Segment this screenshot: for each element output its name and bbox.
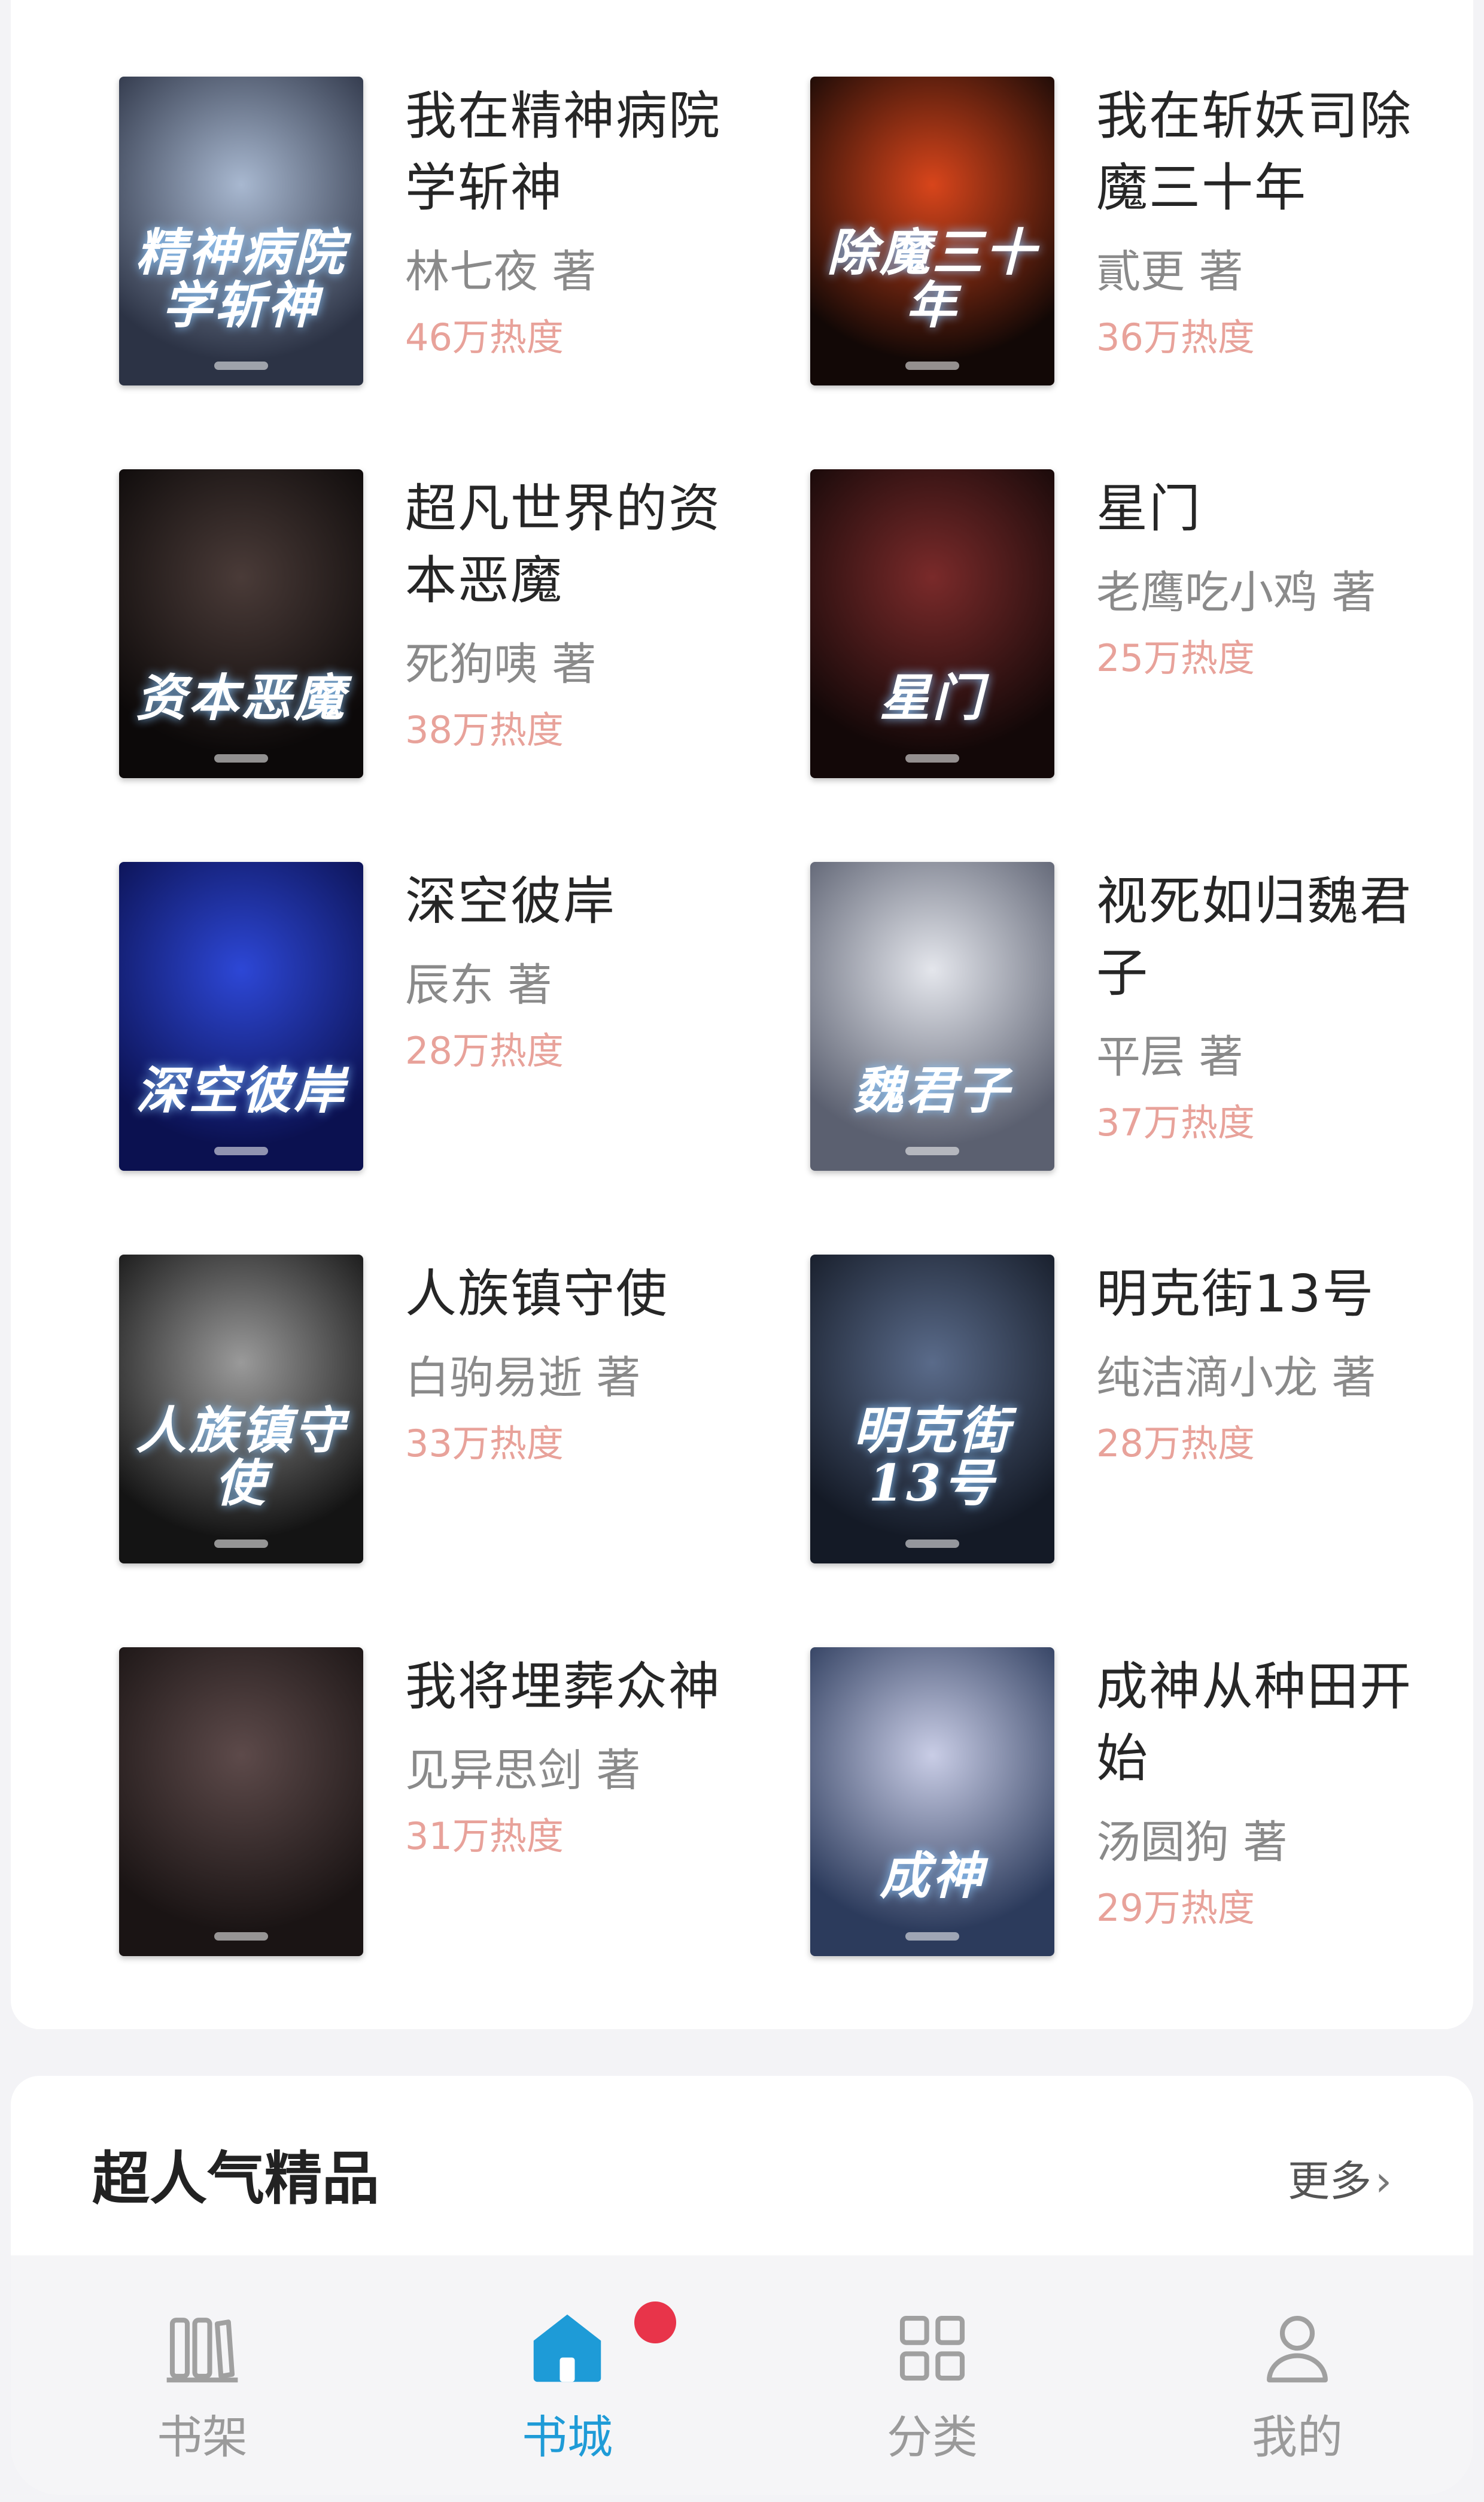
book-title[interactable]: 明克街13号 <box>1096 1258 1455 1330</box>
book-author: 老鹰吃小鸡 著 <box>1096 567 1376 618</box>
bottom-tab-bar: 书架 书城 分类 我的 <box>11 2255 1473 2495</box>
book-info: 明克街13号 纯洁滴小龙 著 28万热度 <box>1096 1255 1455 1468</box>
book-info: 人族镇守使 白驹易逝 著 33万热度 <box>405 1255 764 1468</box>
book-title[interactable]: 我将埋葬众神 <box>405 1651 764 1723</box>
publisher-logo <box>905 754 959 763</box>
cover-title: 人族镇守使 <box>135 1400 346 1513</box>
book-author: 平层 著 <box>1096 1031 1243 1083</box>
book-title[interactable]: 人族镇守使 <box>405 1258 764 1330</box>
book-item[interactable]: 成神 成神从种田开始 汤圆狗 著 29万热度 <box>810 1647 1436 1959</box>
book-cover[interactable] <box>119 1647 363 1956</box>
cover-title: 深空彼岸 <box>135 1060 346 1120</box>
tab-label: 书城 <box>522 2410 613 2464</box>
tab-mine[interactable]: 我的 <box>1172 2303 1423 2483</box>
cover-title: 资本恶魔 <box>135 667 346 727</box>
book-info: 我将埋葬众神 见异思剑 著 31万热度 <box>405 1647 764 1860</box>
book-author: 辰东 著 <box>405 959 552 1011</box>
book-title[interactable]: 成神从种田开始 <box>1096 1651 1455 1794</box>
book-heat: 31万热度 <box>405 1814 564 1858</box>
cover-title: 明克街13号 <box>853 1400 1011 1513</box>
book-heat: 46万热度 <box>405 315 564 359</box>
book-author: 貳更 著 <box>1096 246 1243 297</box>
book-item[interactable]: 资本恶魔 超凡世界的资本恶魔 死狗咦 著 38万热度 <box>119 469 810 781</box>
book-info: 深空彼岸 辰东 著 28万热度 <box>405 862 764 1075</box>
book-cover[interactable]: 魏君子 <box>810 862 1054 1171</box>
book-grid: 精神病院学斩神 我在精神病院学斩神 林七夜 著 46万热度 除魔三十年 我在斩妖… <box>119 77 1436 2040</box>
book-cover[interactable]: 深空彼岸 <box>119 862 363 1171</box>
book-author: 林七夜 著 <box>405 246 597 297</box>
book-heat: 29万热度 <box>1096 1886 1255 1930</box>
book-item[interactable]: 人族镇守使 人族镇守使 白驹易逝 著 33万热度 <box>119 1255 810 1566</box>
book-title[interactable]: 超凡世界的资本恶魔 <box>405 473 764 617</box>
publisher-logo <box>214 754 268 763</box>
tab-label: 分类 <box>887 2410 978 2464</box>
book-author: 白驹易逝 著 <box>405 1352 641 1404</box>
book-author: 纯洁滴小龙 著 <box>1096 1352 1376 1404</box>
book-item[interactable]: 魏君子 视死如归魏君子 平层 著 37万热度 <box>810 862 1436 1173</box>
cover-title: 魏君子 <box>853 1060 1011 1120</box>
book-cover[interactable]: 明克街13号 <box>810 1255 1054 1563</box>
section-title: 超人气精品 <box>92 2145 379 2212</box>
book-heat: 37万热度 <box>1096 1101 1255 1144</box>
tab-label: 我的 <box>1252 2410 1343 2464</box>
book-author: 死狗咦 著 <box>405 639 597 690</box>
book-info: 星门 老鹰吃小鸡 著 25万热度 <box>1096 469 1455 682</box>
book-info: 成神从种田开始 汤圆狗 著 29万热度 <box>1096 1647 1455 1932</box>
notification-badge <box>634 2301 676 2343</box>
book-item[interactable]: 精神病院学斩神 我在精神病院学斩神 林七夜 著 46万热度 <box>119 77 810 388</box>
book-heat: 38万热度 <box>405 708 564 752</box>
book-item[interactable]: 除魔三十年 我在斩妖司除魔三十年 貳更 著 36万热度 <box>810 77 1436 388</box>
cover-title: 星门 <box>879 667 985 727</box>
book-cover[interactable]: 人族镇守使 <box>119 1255 363 1563</box>
book-heat: 25万热度 <box>1096 636 1255 680</box>
book-author: 见异思剑 著 <box>405 1745 641 1796</box>
book-author: 汤圆狗 著 <box>1096 1817 1288 1868</box>
featured-section: 超人气精品 更多› <box>11 2076 1473 2255</box>
publisher-logo <box>905 1147 959 1155</box>
book-info: 超凡世界的资本恶魔 死狗咦 著 38万热度 <box>405 469 764 754</box>
book-item[interactable]: 明克街13号 明克街13号 纯洁滴小龙 著 28万热度 <box>810 1255 1436 1566</box>
tab-label: 书架 <box>157 2410 248 2464</box>
book-item[interactable]: 我将埋葬众神 见异思剑 著 31万热度 <box>119 1647 810 1959</box>
bookshelf-icon <box>166 2318 238 2383</box>
book-cover[interactable]: 精神病院学斩神 <box>119 77 363 385</box>
publisher-logo <box>214 1540 268 1548</box>
book-cover[interactable]: 资本恶魔 <box>119 469 363 778</box>
cover-title: 精神病院学斩神 <box>135 222 346 335</box>
publisher-logo <box>905 1540 959 1548</box>
book-title[interactable]: 我在精神病院学斩神 <box>405 80 764 224</box>
book-cover[interactable]: 成神 <box>810 1647 1054 1956</box>
publisher-logo <box>214 1932 268 1941</box>
tab-category[interactable]: 分类 <box>807 2303 1058 2483</box>
tab-bookshelf[interactable]: 书架 <box>77 2303 328 2483</box>
category-grid-icon <box>899 2315 965 2381</box>
book-cover[interactable]: 除魔三十年 <box>810 77 1054 385</box>
book-info: 我在精神病院学斩神 林七夜 著 46万热度 <box>405 77 764 362</box>
book-heat: 28万热度 <box>1096 1422 1255 1465</box>
book-title[interactable]: 深空彼岸 <box>405 866 764 937</box>
user-icon <box>1267 2315 1328 2383</box>
publisher-logo <box>214 1147 268 1155</box>
home-icon <box>533 2314 601 2382</box>
chevron-right-icon: › <box>1375 2157 1392 2206</box>
publisher-logo <box>905 362 959 370</box>
publisher-logo <box>905 1932 959 1941</box>
book-title[interactable]: 星门 <box>1096 473 1455 545</box>
book-heat: 33万热度 <box>405 1422 564 1465</box>
book-title[interactable]: 视死如归魏君子 <box>1096 866 1455 1009</box>
book-item[interactable]: 星门 星门 老鹰吃小鸡 著 25万热度 <box>810 469 1436 781</box>
cover-title: 除魔三十年 <box>826 222 1038 335</box>
more-link[interactable]: 更多› <box>1288 2145 1392 2217</box>
publisher-logo <box>214 362 268 370</box>
book-title[interactable]: 我在斩妖司除魔三十年 <box>1096 80 1455 224</box>
book-item[interactable]: 深空彼岸 深空彼岸 辰东 著 28万热度 <box>119 862 810 1173</box>
book-info: 我在斩妖司除魔三十年 貳更 著 36万热度 <box>1096 77 1455 362</box>
book-heat: 28万热度 <box>405 1029 564 1073</box>
book-cover[interactable]: 星门 <box>810 469 1054 778</box>
cover-title: 成神 <box>879 1845 985 1905</box>
book-heat: 36万热度 <box>1096 315 1255 359</box>
book-info: 视死如归魏君子 平层 著 37万热度 <box>1096 862 1455 1147</box>
more-label: 更多 <box>1288 2157 1372 2206</box>
recommend-card: 精神病院学斩神 我在精神病院学斩神 林七夜 著 46万热度 除魔三十年 我在斩妖… <box>11 0 1473 2029</box>
